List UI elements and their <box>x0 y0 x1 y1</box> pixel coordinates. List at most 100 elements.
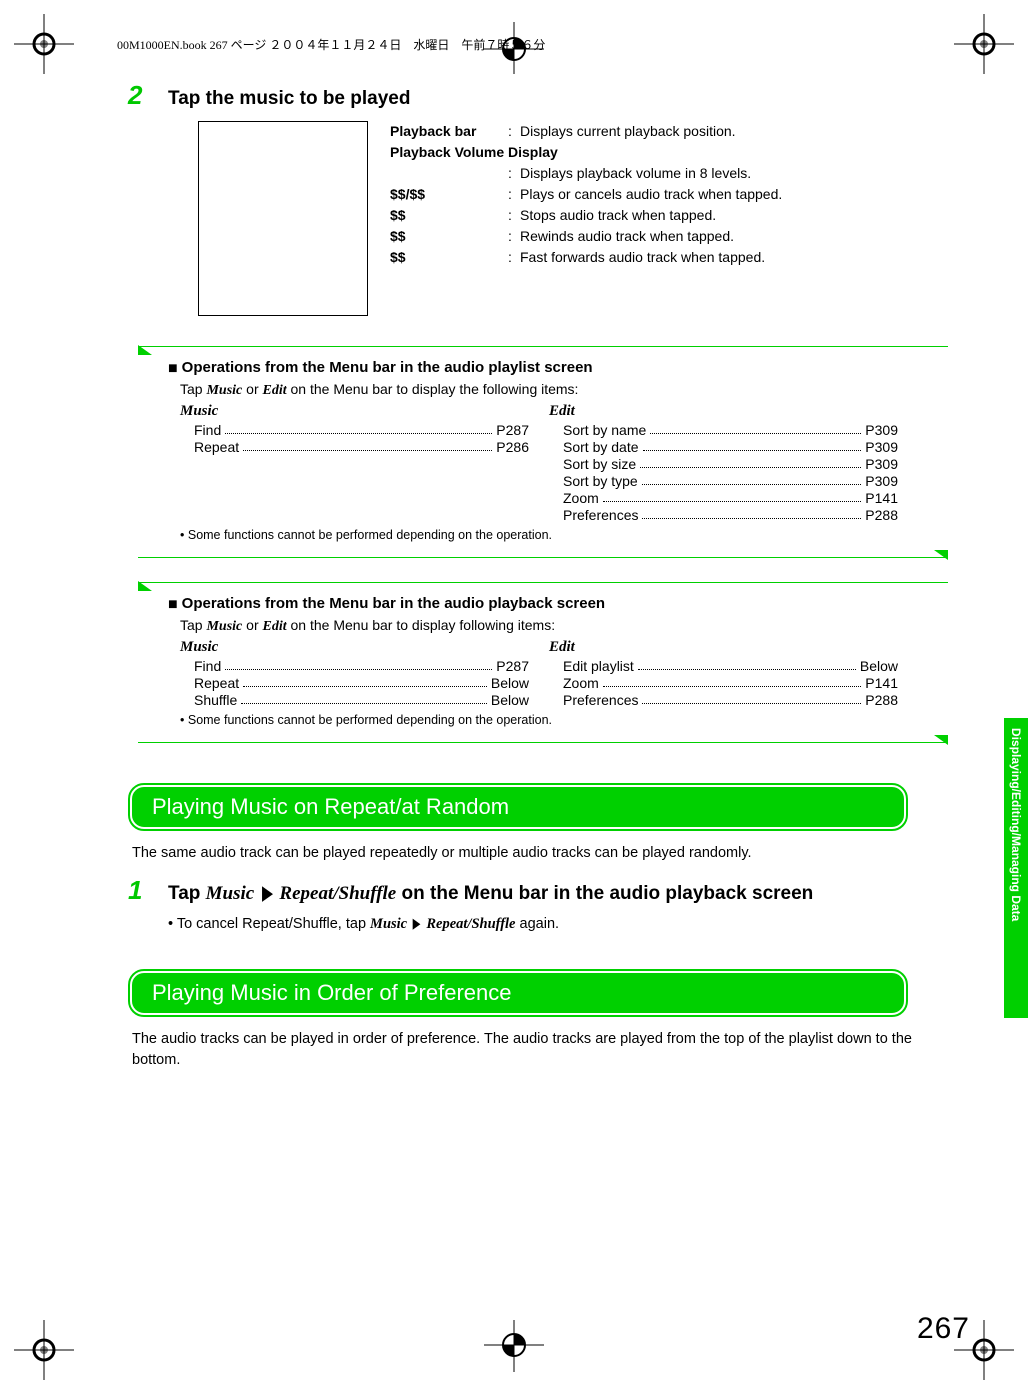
section-heading-repeat: Playing Music on Repeat/at Random <box>128 783 908 831</box>
toc-page: P309 <box>865 473 898 489</box>
note-title: ■Operations from the Menu bar in the aud… <box>168 359 918 378</box>
toc-page: P141 <box>865 675 898 691</box>
step-number: 2 <box>128 80 168 111</box>
toc-label: Find <box>194 422 221 438</box>
def-desc: Plays or cancels audio track when tapped… <box>520 184 782 205</box>
section-body: The same audio track can be played repea… <box>132 843 954 863</box>
toc-label: Zoom <box>563 490 599 506</box>
toc-page: P288 <box>865 692 898 708</box>
toc-item: Zoom P141 <box>549 675 898 691</box>
toc-page: P309 <box>865 422 898 438</box>
toc-item: FindP287 <box>180 658 529 674</box>
right-arrow-icon: ▶ <box>413 916 421 932</box>
toc-page: P288 <box>865 507 898 523</box>
toc-dots <box>243 439 492 451</box>
toc-item: Sort by size P309 <box>549 456 898 472</box>
toc-label: Sort by date <box>563 439 639 455</box>
toc-page: P287 <box>496 422 529 438</box>
toc-item: Shuffle Below <box>180 692 529 708</box>
toc-dots <box>638 658 856 670</box>
crop-mark-icon <box>14 14 74 74</box>
toc-page: P309 <box>865 456 898 472</box>
toc-item: Sort by date P309 <box>549 439 898 455</box>
toc-item: Edit playlist Below <box>549 658 898 674</box>
def-desc: Stops audio track when tapped. <box>520 205 782 226</box>
step-2-row: 2 Tap the music to be played <box>128 80 958 111</box>
right-arrow-icon: ▶ <box>262 882 272 905</box>
toc-page: P287 <box>496 658 529 674</box>
step-number: 1 <box>128 875 168 906</box>
toc-dots <box>603 490 862 502</box>
def-label: $$/$$ <box>390 184 508 205</box>
section-heading-preference: Playing Music in Order of Preference <box>128 969 908 1017</box>
sub-bullet: To cancel Repeat/Shuffle, tap Music ▶ Re… <box>168 916 958 933</box>
crop-mark-icon <box>14 1320 74 1380</box>
rule-arrow-icon <box>934 550 948 560</box>
toc-item: Zoom P141 <box>549 490 898 506</box>
toc-dots <box>225 422 492 434</box>
toc-dots <box>642 692 861 704</box>
step-title: Tap the music to be played <box>168 88 410 110</box>
def-label: Playback bar <box>390 121 508 142</box>
def-label: $$ <box>390 205 508 226</box>
col-heading-music: Music <box>180 639 529 656</box>
def-label: $$ <box>390 226 508 247</box>
square-bullet-icon: ■ <box>168 596 178 614</box>
note-footnote: • Some functions cannot be performed dep… <box>180 528 918 542</box>
toc-item: Sort by name P309 <box>549 422 898 438</box>
toc-page: Below <box>491 675 529 691</box>
toc-label: Sort by size <box>563 456 636 472</box>
toc-page: P141 <box>865 490 898 506</box>
toc-dots <box>225 658 492 670</box>
toc-dots <box>241 692 487 704</box>
toc-dots <box>640 456 861 468</box>
section-body: The audio tracks can be played in order … <box>132 1029 954 1070</box>
toc-page: P309 <box>865 439 898 455</box>
def-desc: Displays playback volume in 8 levels. <box>520 163 782 184</box>
def-desc: Displays current playback position. <box>520 121 782 142</box>
note-playback: ■Operations from the Menu bar in the aud… <box>138 582 948 743</box>
chapter-side-tab: Displaying/Editing/Managing Data <box>1004 718 1028 1018</box>
pdf-header-line: 00M1000EN.book 267 ページ ２００４年１１月２４日 水曜日 午… <box>117 36 545 53</box>
note-intro: Tap Music or Edit on the Menu bar to dis… <box>180 381 918 399</box>
toc-label: Preferences <box>563 692 638 708</box>
step-title: Tap Music ▶ Repeat/Shuffle on the Menu b… <box>168 882 813 905</box>
side-tab-label: Displaying/Editing/Managing Data <box>1009 728 1023 921</box>
toc-label: Repeat <box>194 439 239 455</box>
rule-arrow-icon <box>934 735 948 745</box>
def-label: $$ <box>390 247 508 268</box>
toc-item: Preferences P288 <box>549 692 898 708</box>
toc-page: Below <box>491 692 529 708</box>
toc-label: Shuffle <box>194 692 237 708</box>
toc-dots <box>603 675 862 687</box>
toc-label: Sort by name <box>563 422 646 438</box>
toc-dots <box>243 675 487 687</box>
def-desc: Fast forwards audio track when tapped. <box>520 247 782 268</box>
col-heading-edit: Edit <box>549 403 898 420</box>
toc-item: Sort by type P309 <box>549 473 898 489</box>
note-footnote: • Some functions cannot be performed dep… <box>180 713 918 727</box>
toc-label: Preferences <box>563 507 638 523</box>
toc-label: Zoom <box>563 675 599 691</box>
toc-dots <box>642 507 861 519</box>
placeholder-image <box>198 121 368 316</box>
toc-label: Edit playlist <box>563 658 634 674</box>
step-1-row: 1 Tap Music ▶ Repeat/Shuffle on the Menu… <box>128 875 958 906</box>
toc-label: Sort by type <box>563 473 638 489</box>
toc-page: Below <box>860 658 898 674</box>
toc-item: Repeat P286 <box>180 439 529 455</box>
square-bullet-icon: ■ <box>168 360 178 378</box>
toc-label: Repeat <box>194 675 239 691</box>
def-label: Playback Volume Display <box>390 142 558 163</box>
note-title: ■Operations from the Menu bar in the aud… <box>168 595 918 614</box>
crop-mark-icon <box>954 14 1014 74</box>
toc-dots <box>642 473 862 485</box>
note-intro: Tap Music or Edit on the Menu bar to dis… <box>180 617 918 635</box>
toc-item: Preferences P288 <box>549 507 898 523</box>
definition-list: Playback bar:Displays current playback p… <box>390 121 782 316</box>
toc-dots <box>643 439 862 451</box>
toc-page: P286 <box>496 439 529 455</box>
col-heading-music: Music <box>180 403 529 420</box>
toc-item: Find P287 <box>180 422 529 438</box>
toc-dots <box>650 422 861 434</box>
